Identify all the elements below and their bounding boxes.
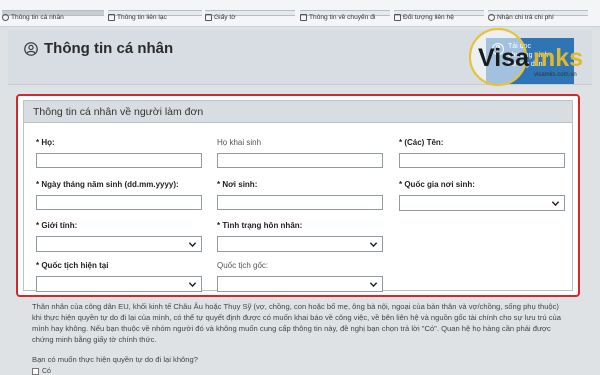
step-navigation: Thông tin cá nhân Thông tin liên lạc Giấ… bbox=[0, 0, 600, 27]
step-expenses[interactable]: Nhận chi trả chi phí bbox=[488, 4, 588, 24]
step-contact-info[interactable]: Thông tin liên lạc bbox=[108, 4, 202, 24]
person-icon bbox=[2, 14, 9, 21]
question-icon: ? bbox=[492, 43, 504, 55]
eu-family-info-text: Thân nhân của công dân EU, khối kinh tế … bbox=[32, 302, 561, 344]
birth-country-select[interactable] bbox=[399, 195, 565, 211]
dob-label: * Ngày tháng năm sinh (dd.mm.yyyy): bbox=[36, 180, 179, 189]
help-guide-button[interactable]: ? Tải đọc chương trình hướng dẫn bbox=[486, 38, 574, 84]
birth-place-field: * Nơi sinh: bbox=[217, 180, 383, 210]
birth-country-field: * Quốc gia nơi sinh: bbox=[399, 180, 565, 211]
section-title: Thông tin cá nhân về người làm đơn bbox=[24, 101, 572, 123]
step-label: Nhận chi trả chi phí bbox=[497, 14, 554, 21]
step-documents[interactable]: Giấy tờ bbox=[205, 4, 295, 24]
chevron-down-icon bbox=[551, 201, 560, 207]
yes-label: Có bbox=[42, 368, 51, 375]
surname-label: * Họ: bbox=[36, 138, 55, 147]
nationality-field: * Quốc tịch hiện tại bbox=[36, 261, 202, 292]
sex-select[interactable] bbox=[36, 236, 202, 252]
birth-surname-input[interactable] bbox=[217, 153, 383, 168]
page-header: Thông tin cá nhân ? Tải đọc chương trình… bbox=[8, 30, 592, 85]
birth-surname-field: Họ khai sinh bbox=[217, 138, 383, 168]
surname-field: * Họ: bbox=[36, 138, 202, 168]
nationality-select[interactable] bbox=[36, 276, 202, 292]
help-line-3: hướng dẫn bbox=[508, 61, 543, 68]
step-label: Giấy tờ bbox=[214, 14, 236, 21]
chevron-down-icon bbox=[369, 242, 378, 248]
help-line-1: Tải đọc bbox=[508, 43, 531, 50]
free-movement-question: Bạn có muốn thực hiện quyền tự do đi lại… bbox=[32, 355, 198, 364]
step-label: Thông tin liên lạc bbox=[117, 14, 167, 21]
payment-icon bbox=[488, 14, 495, 21]
contact-icon bbox=[108, 14, 115, 21]
original-nationality-select[interactable] bbox=[217, 276, 383, 292]
given-names-input[interactable] bbox=[399, 153, 565, 168]
dob-field: * Ngày tháng năm sinh (dd.mm.yyyy): bbox=[36, 180, 202, 210]
nationality-label: * Quốc tịch hiện tại bbox=[36, 261, 109, 270]
birth-place-label: * Nơi sinh: bbox=[217, 180, 258, 189]
marital-status-label: * Tình trạng hôn nhân: bbox=[217, 221, 303, 230]
marital-status-select[interactable] bbox=[217, 236, 383, 252]
user-circle-icon bbox=[24, 41, 38, 56]
free-movement-yes-option[interactable]: Có bbox=[32, 368, 51, 375]
birth-surname-label: Họ khai sinh bbox=[217, 138, 262, 147]
trip-icon bbox=[300, 14, 307, 21]
chevron-down-icon bbox=[369, 282, 378, 288]
personal-info-form-highlight: Thông tin cá nhân về người làm đơn * Họ:… bbox=[16, 94, 580, 297]
chevron-down-icon bbox=[188, 242, 197, 248]
checkbox[interactable] bbox=[32, 368, 39, 375]
help-line-2: chương trình bbox=[508, 52, 549, 59]
sex-field: * Giới tính: bbox=[36, 221, 202, 252]
marital-status-field: * Tình trạng hôn nhân: bbox=[217, 221, 383, 252]
chevron-down-icon bbox=[188, 282, 197, 288]
step-personal-info[interactable]: Thông tin cá nhân bbox=[2, 4, 104, 24]
step-contact-person[interactable]: Đối tượng liên hệ bbox=[394, 4, 484, 24]
contact-person-icon bbox=[394, 14, 401, 21]
birth-place-input[interactable] bbox=[217, 195, 383, 210]
surname-input[interactable] bbox=[36, 153, 202, 168]
given-names-label: * (Các) Tên: bbox=[399, 138, 444, 147]
step-label: Đối tượng liên hệ bbox=[403, 14, 454, 21]
original-nationality-label: Quốc tịch gốc: bbox=[217, 261, 269, 270]
applicant-info-section: Thông tin cá nhân về người làm đơn * Họ:… bbox=[23, 100, 573, 292]
step-trip-info[interactable]: Thông tin về chuyến đi bbox=[300, 4, 390, 24]
birth-country-label: * Quốc gia nơi sinh: bbox=[399, 180, 475, 189]
original-nationality-field: Quốc tịch gốc: bbox=[217, 261, 383, 292]
page-title: Thông tin cá nhân bbox=[44, 40, 174, 57]
given-names-field: * (Các) Tên: bbox=[399, 138, 565, 168]
sex-label: * Giới tính: bbox=[36, 221, 78, 230]
document-icon bbox=[205, 14, 212, 21]
step-label: Thông tin cá nhân bbox=[11, 14, 64, 21]
step-label: Thông tin về chuyến đi bbox=[309, 14, 376, 21]
dob-input[interactable] bbox=[36, 195, 202, 210]
